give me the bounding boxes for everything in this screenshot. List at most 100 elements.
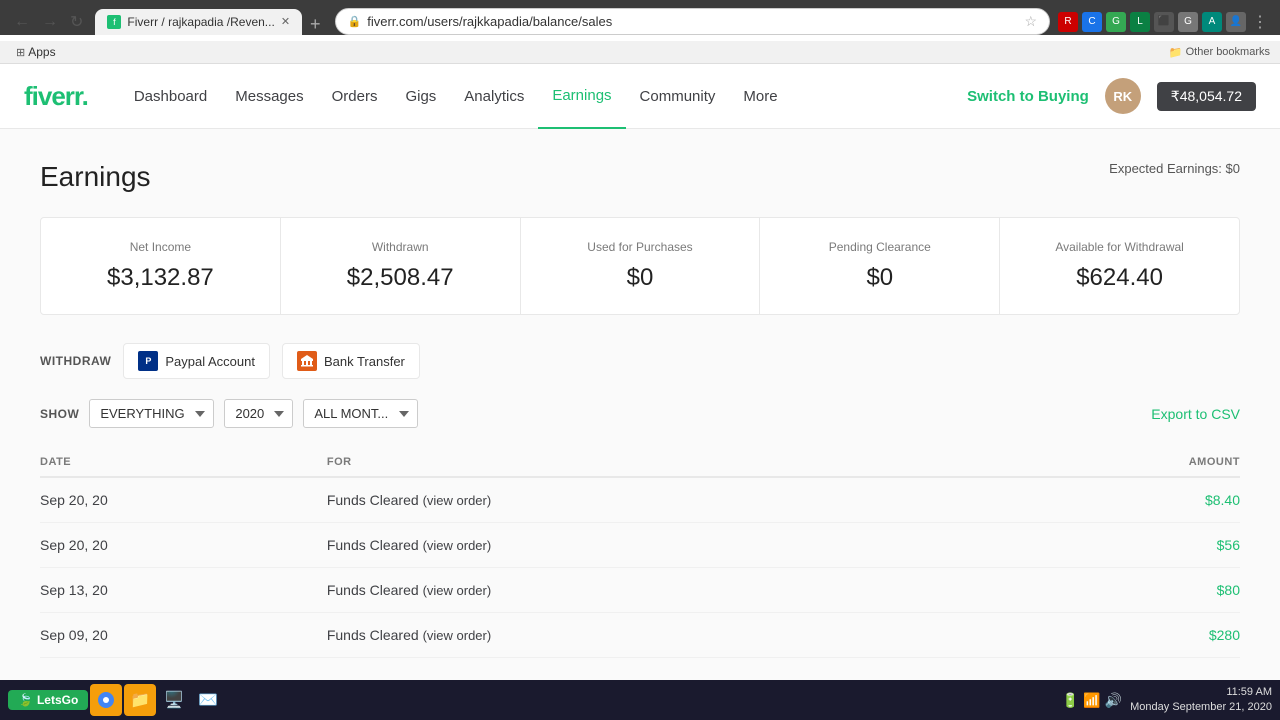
ext-gray[interactable]: ⬛ [1154,12,1174,32]
month-filter-select[interactable]: ALL MONT... January February [303,399,418,428]
nav-more[interactable]: More [729,64,791,129]
apps-label: Apps [28,45,55,59]
show-filter-select[interactable]: EVERYTHING CLEARED PENDING WITHDRAWN [89,399,214,428]
url-text: fiverr.com/users/rajkkapadia/balance/sal… [367,14,1018,29]
ext-blue[interactable]: C [1082,12,1102,32]
fiverr-logo[interactable]: fiverr. [24,81,88,112]
ext-green2[interactable]: L [1130,12,1150,32]
back-button[interactable]: ← [10,11,34,33]
tab-bar: f Fiverr / rajkapadia /Reven... ✕ + [95,9,326,35]
tab-close-button[interactable]: ✕ [281,15,290,28]
forward-button[interactable]: → [38,11,62,33]
export-csv-link[interactable]: Export to CSV [1151,406,1240,422]
col-for: FOR [327,448,1023,477]
ext-teal[interactable]: A [1202,12,1222,32]
taskbar-terminal[interactable]: 🖥️ [158,684,190,716]
row3-for: Funds Cleared (view order) [327,568,1023,613]
col-amount: AMOUNT [1023,448,1240,477]
other-bookmarks[interactable]: 📁 Other bookmarks [1169,46,1270,59]
nav-community[interactable]: Community [626,64,730,129]
taskbar-time: 11:59 AM Monday September 21, 2020 [1130,685,1272,716]
reload-button[interactable]: ↻ [66,10,87,34]
expected-earnings: Expected Earnings: $0 [1109,161,1240,176]
taskbar-mail[interactable]: ✉️ [192,684,224,716]
other-bookmarks-label: Other bookmarks [1186,46,1270,58]
stat-pending: Pending Clearance $0 [760,218,1000,314]
row4-for-text: Funds Cleared [327,627,419,643]
avatar[interactable]: RK [1105,78,1141,114]
stat-available: Available for Withdrawal $624.40 [1000,218,1239,314]
taskbar-chrome[interactable] [90,684,122,716]
nav-analytics[interactable]: Analytics [450,64,538,129]
taskbar-date: Monday September 21, 2020 [1130,700,1272,715]
address-bar[interactable]: 🔒 fiverr.com/users/rajkkapadia/balance/s… [335,8,1050,35]
switch-to-buying-link[interactable]: Switch to Buying [967,88,1089,105]
row1-view-order[interactable]: (view order) [423,493,492,508]
taskbar-files[interactable]: 📁 [124,684,156,716]
ext-g[interactable]: G [1106,12,1126,32]
stat-net-income-label: Net Income [65,240,256,254]
ext-gray2[interactable]: G [1178,12,1198,32]
new-tab-button[interactable]: + [304,14,327,35]
earnings-header: Earnings Expected Earnings: $0 [40,161,1240,193]
row2-order-link[interactable]: (view order) [423,538,492,553]
ext-user[interactable]: 👤 [1226,12,1246,32]
start-button[interactable]: 🍃 LetsGo [8,690,88,710]
active-tab[interactable]: f Fiverr / rajkapadia /Reven... ✕ [95,9,302,35]
balance-badge[interactable]: ₹48,054.72 [1157,82,1256,111]
ext-menu[interactable]: ⋮ [1250,12,1270,32]
row4-order-link[interactable]: (view order) [423,628,492,643]
table-row: Sep 09, 20 Funds Cleared (view order) $2… [40,613,1240,658]
row3-order-link[interactable]: (view order) [423,583,492,598]
row4-for: Funds Cleared (view order) [327,613,1023,658]
tab-favicon: f [107,15,121,29]
browser-top: ← → ↻ f Fiverr / rajkapadia /Reven... ✕ … [10,8,1270,35]
nav-dashboard[interactable]: Dashboard [120,64,221,129]
stat-net-income: Net Income $3,132.87 [41,218,281,314]
show-label: SHOW [40,407,79,421]
stat-pending-label: Pending Clearance [784,240,975,254]
ext-red[interactable]: R [1058,12,1078,32]
earnings-title: Earnings [40,161,151,193]
apps-bookmark[interactable]: ⊞ Apps [10,44,62,60]
lock-icon: 🔒 [348,15,362,28]
nav-right: Switch to Buying RK ₹48,054.72 [967,78,1256,114]
logo-text: fiverr [24,81,82,111]
nav-messages[interactable]: Messages [221,64,317,129]
browser-controls: ← → ↻ [10,10,87,34]
paypal-icon: P [138,351,158,371]
bookmark-star-icon[interactable]: ☆ [1024,13,1037,30]
browser-extensions: R C G L ⬛ G A 👤 ⋮ [1058,12,1270,32]
nav-gigs[interactable]: Gigs [391,64,450,129]
row4-amount: $280 [1023,613,1240,658]
bookmarks-bar: ⊞ Apps 📁 Other bookmarks [0,41,1280,64]
stat-available-value: $624.40 [1024,264,1215,292]
row3-date: Sep 13, 20 [40,568,327,613]
row4-view-order[interactable]: (view order) [423,628,492,643]
folder-icon: 📁 [1169,46,1183,59]
taskbar: 🍃 LetsGo 📁 🖥️ ✉️ 🔋 📶 🔊 11:59 AM Monday S… [0,680,1280,720]
nav-earnings[interactable]: Earnings [538,64,625,129]
year-filter-select[interactable]: 2020 2019 2018 [224,399,293,428]
row1-for: Funds Cleared (view order) [327,477,1023,523]
row1-for-text: Funds Cleared [327,492,419,508]
row3-view-order[interactable]: (view order) [423,583,492,598]
paypal-withdraw-button[interactable]: P Paypal Account [123,343,270,379]
row2-amount: $56 [1023,523,1240,568]
stat-withdrawn-label: Withdrawn [305,240,496,254]
battery-icon: 🔋 [1062,692,1079,709]
transactions-table: DATE FOR AMOUNT Sep 20, 20 Funds Cleared… [40,448,1240,658]
stat-pending-value: $0 [784,264,975,292]
stat-available-label: Available for Withdrawal [1024,240,1215,254]
table-row: Sep 20, 20 Funds Cleared (view order) $5… [40,523,1240,568]
apps-icon: ⊞ [16,46,25,59]
stat-used-purchases: Used for Purchases $0 [521,218,761,314]
stat-withdrawn-value: $2,508.47 [305,264,496,292]
tab-title: Fiverr / rajkapadia /Reven... [127,15,274,29]
expected-value: $0 [1226,161,1240,176]
bank-withdraw-button[interactable]: Bank Transfer [282,343,420,379]
row2-view-order[interactable]: (view order) [423,538,492,553]
nav-orders[interactable]: Orders [318,64,392,129]
stat-net-income-value: $3,132.87 [65,264,256,292]
row1-order-link[interactable]: (view order) [423,493,492,508]
